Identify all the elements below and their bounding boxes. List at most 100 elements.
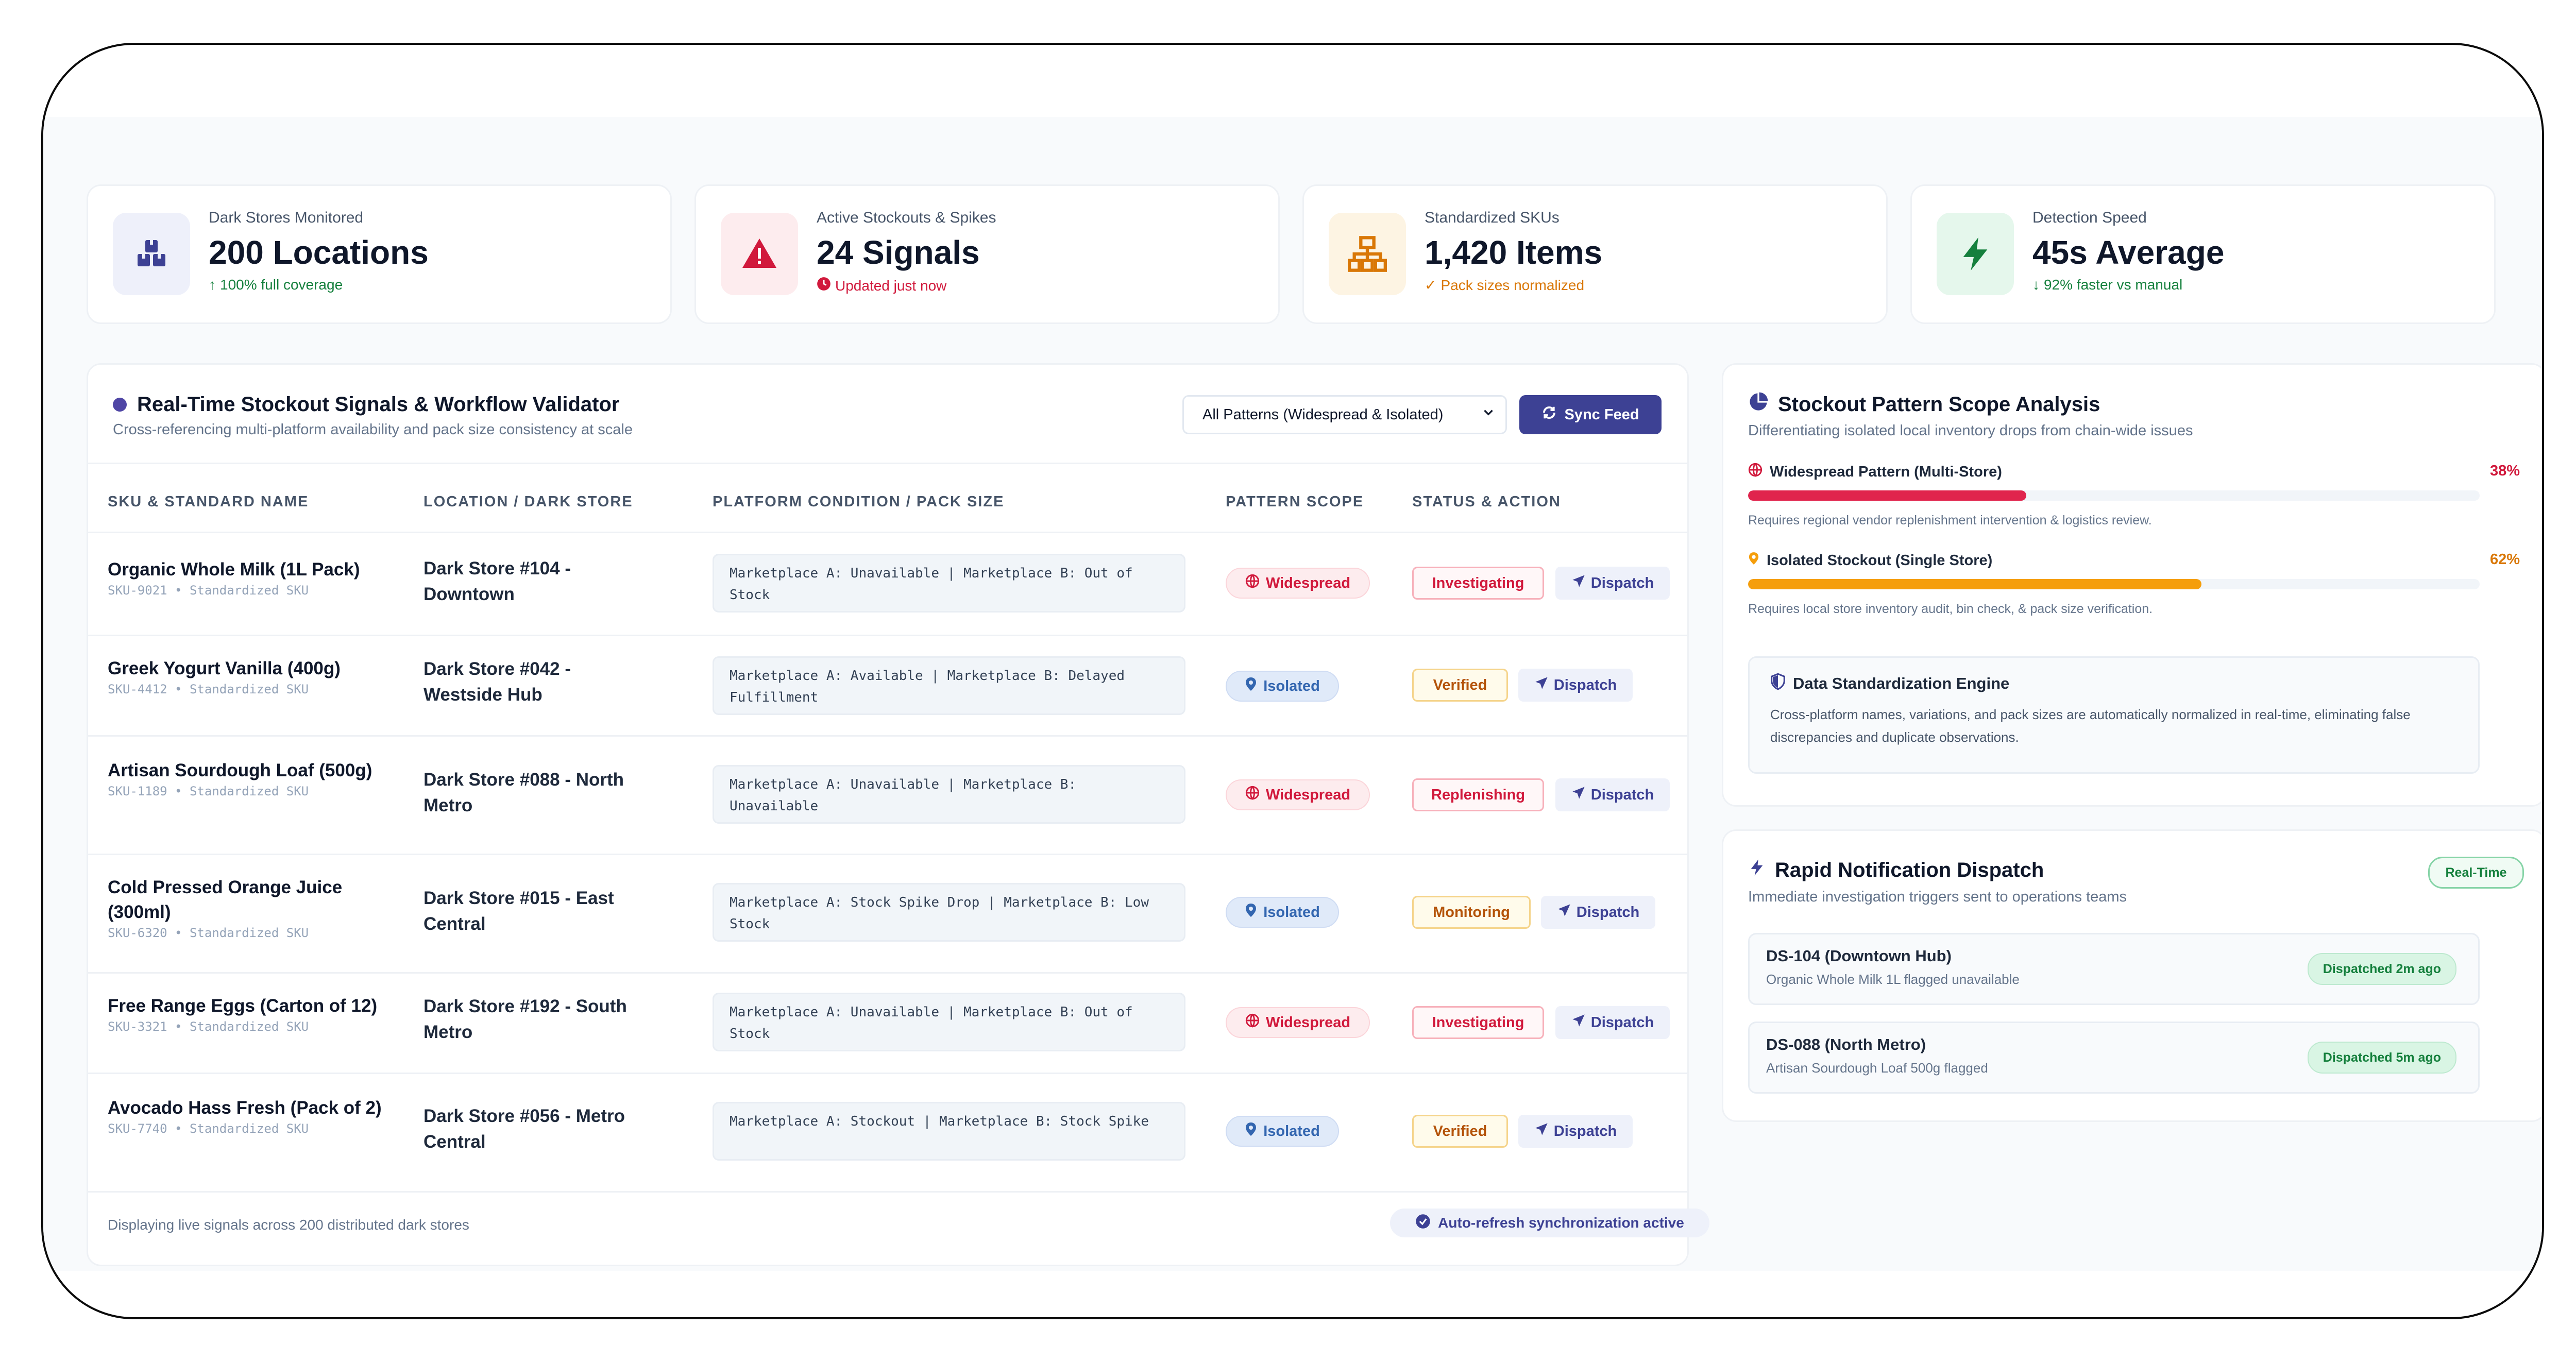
sync-feed-button[interactable]: Sync Feed [1519, 395, 1662, 434]
sku-meta: SKU-6320 • Standardized SKU [108, 926, 309, 940]
sku-cell: Cold Pressed Orange Juice (300ml) SKU-63… [108, 875, 396, 940]
scope-label: Widespread [1265, 786, 1351, 803]
scope-analysis-card: Stockout Pattern Scope Analysis Differen… [1722, 363, 2542, 807]
dispatch-button[interactable]: Dispatch [1541, 896, 1655, 929]
signals-title-text: Real-Time Stockout Signals & Workflow Va… [137, 393, 620, 416]
notify-subtitle: Immediate investigation triggers sent to… [1748, 889, 2127, 905]
signals-card: Real-Time Stockout Signals & Workflow Va… [87, 363, 1709, 1266]
live-dot-icon [113, 398, 127, 412]
map-pin-icon [1245, 1122, 1257, 1141]
send-icon [1534, 1122, 1549, 1141]
kpi-label: Dark Stores Monitored [209, 209, 364, 226]
dispatch-label: Dispatch [1590, 786, 1654, 803]
device-frame: Dark Stores Monitored 200 Locations ↑ 10… [41, 43, 2544, 1319]
widespread-label-text: Widespread Pattern (Multi-Store) [1770, 463, 2002, 480]
condition-cell: Marketplace A: Unavailable | Marketplace… [713, 993, 1185, 1051]
sku-meta: SKU-3321 • Standardized SKU [108, 1019, 309, 1034]
kpi-card-detection: Detection Speed 45s Average ↓ 92% faster… [1910, 184, 2496, 324]
location-cell: Dark Store #088 - North Metro [423, 770, 624, 815]
scope-label: Isolated [1263, 1122, 1320, 1139]
dispatched-badge: Dispatched 5m ago [2307, 1042, 2456, 1074]
sku-name: Greek Yogurt Vanilla (400g) [108, 658, 341, 678]
globe-icon [1245, 786, 1260, 804]
sku-meta: SKU-1189 • Standardized SKU [108, 784, 309, 798]
sku-cell: Avocado Hass Fresh (Pack of 2) SKU-7740 … [108, 1096, 396, 1136]
sku-name: Artisan Sourdough Loaf (500g) [108, 760, 372, 780]
status-badge: Investigating [1412, 567, 1544, 600]
kpi-label: Detection Speed [2032, 209, 2147, 226]
widespread-desc: Requires regional vendor replenishment i… [1748, 513, 2152, 528]
scope-badge: Widespread [1226, 568, 1370, 599]
sku-name: Free Range Eggs (Carton of 12) [108, 996, 378, 1016]
sku-name: Avocado Hass Fresh (Pack of 2) [108, 1098, 382, 1118]
scope-badge: Widespread [1226, 1007, 1370, 1038]
signals-subtitle: Cross-referencing multi-platform availab… [113, 421, 633, 438]
kpi-foot-text: 100% full coverage [220, 277, 343, 293]
globe-icon [1748, 463, 1762, 481]
shield-icon [1770, 673, 1786, 694]
kpi-label: Standardized SKUs [1425, 209, 1560, 226]
location-cell: Dark Store #015 - East Central [423, 888, 614, 934]
location-cell: Dark Store #056 - Metro Central [423, 1106, 625, 1152]
scope-label: Widespread [1265, 1014, 1351, 1031]
chevron-down-icon [1482, 406, 1495, 423]
hierarchy-icon [1329, 213, 1406, 295]
widespread-bar [1748, 490, 2480, 501]
globe-icon [1245, 574, 1260, 592]
sku-cell: Artisan Sourdough Loaf (500g) SKU-1189 •… [108, 758, 396, 798]
kpi-card-stockouts: Active Stockouts & Spikes 24 Signals Upd… [694, 184, 1280, 324]
condition-cell: Marketplace A: Unavailable | Marketplace… [713, 765, 1185, 824]
table-row: Free Range Eggs (Carton of 12) SKU-3321 … [88, 972, 1687, 1073]
auto-refresh-label: Auto-refresh synchronization active [1438, 1215, 1684, 1231]
column-header-status: STATUS & ACTION [1412, 494, 1561, 510]
engine-text: Cross-platform names, variations, and pa… [1770, 707, 2411, 745]
isolated-label: Isolated Stockout (Single Store) [1748, 551, 1992, 570]
boxes-icon [113, 213, 190, 295]
sku-meta: SKU-4412 • Standardized SKU [108, 682, 309, 696]
dispatch-label: Dispatch [1553, 1122, 1617, 1139]
condition-cell: Marketplace A: Stockout | Marketplace B:… [713, 1102, 1185, 1161]
notification-item[interactable]: DS-104 (Downtown Hub) Organic Whole Milk… [1748, 933, 2480, 1005]
signals-title: Real-Time Stockout Signals & Workflow Va… [113, 393, 619, 416]
engine-title-text: Data Standardization Engine [1793, 674, 2010, 692]
dispatch-button[interactable]: Dispatch [1555, 567, 1670, 600]
sku-name: Organic Whole Milk (1L Pack) [108, 559, 360, 580]
real-time-badge: Real-Time [2428, 857, 2524, 889]
pattern-filter-value: All Patterns (Widespread & Isolated) [1202, 406, 1444, 423]
dispatch-button[interactable]: Dispatch [1555, 778, 1670, 811]
dispatch-button[interactable]: Dispatch [1518, 1115, 1633, 1148]
sku-meta: SKU-7740 • Standardized SKU [108, 1121, 309, 1136]
dispatch-label: Dispatch [1576, 904, 1640, 921]
dispatch-button[interactable]: Dispatch [1555, 1006, 1670, 1039]
globe-icon [1245, 1013, 1260, 1032]
kpi-label: Active Stockouts & Spikes [817, 209, 996, 226]
refresh-icon [1541, 405, 1557, 424]
widespread-bar-fill [1748, 490, 2026, 501]
column-header-condition: PLATFORM CONDITION / PACK SIZE [713, 494, 1005, 510]
notification-item[interactable]: DS-088 (North Metro) Artisan Sourdough L… [1748, 1022, 2480, 1094]
kpi-card-skus: Standardized SKUs 1,420 Items ✓ Pack siz… [1302, 184, 1888, 324]
pattern-filter-select[interactable]: All Patterns (Widespread & Isolated) [1182, 395, 1507, 434]
send-icon [1571, 574, 1586, 592]
table-row: Artisan Sourdough Loaf (500g) SKU-1189 •… [88, 735, 1687, 854]
isolated-label-text: Isolated Stockout (Single Store) [1767, 552, 1993, 569]
arrow-down-icon: ↓ [2032, 277, 2040, 293]
column-header-scope: PATTERN SCOPE [1226, 494, 1364, 510]
scope-title-text: Stockout Pattern Scope Analysis [1778, 393, 2100, 416]
check-icon: ✓ [1425, 277, 1437, 293]
dispatch-button[interactable]: Dispatch [1518, 669, 1633, 702]
kpi-foot: ↑ 100% full coverage [209, 277, 343, 293]
arrow-up-icon: ↑ [209, 277, 216, 293]
standardization-engine-box: Data Standardization Engine Cross-platfo… [1748, 656, 2480, 774]
location-cell: Dark Store #192 - South Metro [423, 996, 627, 1042]
pie-chart-icon [1748, 392, 1769, 417]
scope-subtitle: Differentiating isolated local inventory… [1748, 422, 2193, 439]
notify-title: Rapid Notification Dispatch [1748, 858, 2044, 882]
kpi-value: 45s Average [2032, 234, 2225, 271]
sku-cell: Free Range Eggs (Carton of 12) SKU-3321 … [108, 994, 396, 1034]
engine-title: Data Standardization Engine [1770, 673, 2458, 694]
isolated-percent: 62% [2489, 551, 2520, 568]
map-pin-icon [1245, 677, 1257, 695]
scope-label: Widespread [1265, 574, 1351, 591]
status-badge: Monitoring [1412, 896, 1531, 929]
